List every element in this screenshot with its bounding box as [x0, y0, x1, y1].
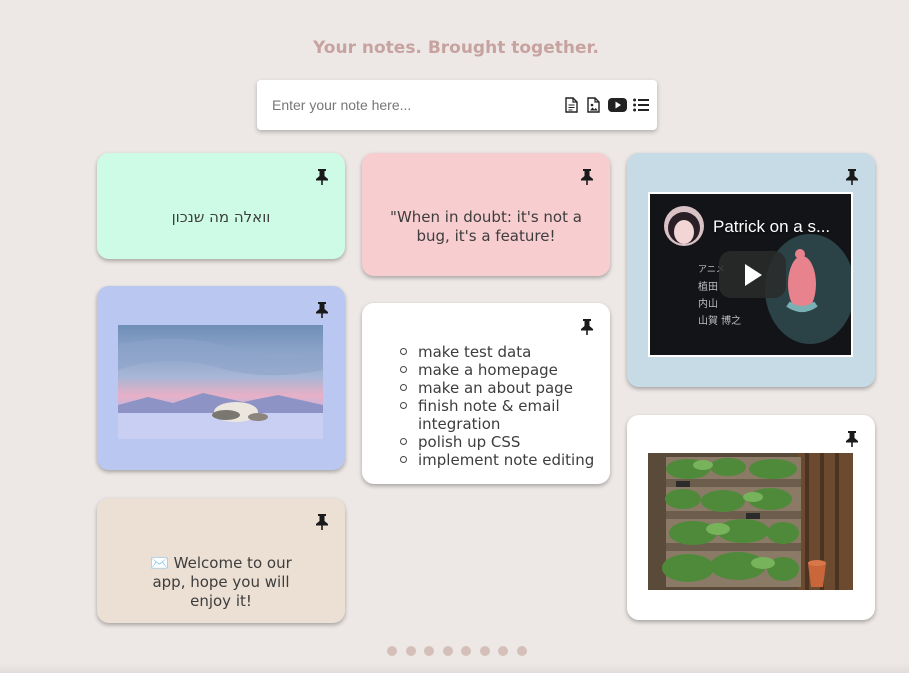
note-card[interactable]: "When in doubt: it's not a bug, it's a f… — [362, 153, 610, 276]
pin-icon[interactable] — [315, 302, 329, 318]
note-image — [648, 453, 853, 590]
list-item: polish up CSS — [398, 433, 594, 451]
page-dot[interactable] — [498, 646, 508, 656]
pin-icon[interactable] — [845, 169, 859, 185]
text-note-icon[interactable] — [563, 96, 580, 113]
svg-text:内山: 内山 — [698, 297, 718, 310]
note-text: "When in doubt: it's not a bug, it's a f… — [390, 208, 582, 245]
list-item: finish note & email integration — [398, 397, 578, 433]
note-input[interactable] — [272, 97, 562, 113]
list-item: implement note editing — [398, 451, 594, 469]
list-item: make a homepage — [398, 361, 594, 379]
note-card[interactable] — [627, 415, 875, 620]
pagination-dots — [387, 646, 527, 656]
page-dot[interactable] — [405, 646, 416, 656]
note-type-toolbar — [563, 96, 649, 113]
page-dot[interactable] — [442, 646, 453, 656]
note-image — [118, 325, 323, 439]
page-tagline: Your notes. Brought together. — [313, 38, 599, 58]
page-dot[interactable] — [424, 646, 434, 656]
svg-text:植田: 植田 — [698, 280, 718, 293]
page-dot[interactable] — [387, 646, 397, 656]
note-card[interactable] — [97, 286, 345, 470]
svg-text:山賀 博之: 山賀 博之 — [698, 314, 741, 327]
pin-icon[interactable] — [580, 319, 594, 335]
note-text: וואלה מה שנכון — [171, 208, 271, 226]
page-dot[interactable] — [461, 646, 471, 656]
video-note-icon[interactable] — [607, 96, 627, 113]
list-note-icon[interactable] — [632, 96, 649, 113]
todo-list: make test data make a homepage make an a… — [398, 343, 594, 469]
pin-icon[interactable] — [315, 169, 329, 185]
image-note-icon[interactable] — [585, 96, 602, 113]
note-card[interactable]: make test data make a homepage make an a… — [362, 303, 610, 484]
pin-icon[interactable] — [845, 431, 859, 447]
note-card[interactable]: ✉️ Welcome to our app, hope you will enj… — [97, 498, 345, 623]
pin-icon[interactable] — [315, 514, 329, 530]
note-card[interactable]: וואלה מה שנכון — [97, 153, 345, 259]
video-title: Patrick on a s... — [713, 217, 831, 236]
list-item: make test data — [398, 343, 594, 361]
page-dot[interactable] — [479, 646, 490, 656]
footer-edge — [0, 663, 909, 673]
note-card[interactable]: アニメ 植田 内山 山賀 博之 Patrick on a s... — [627, 153, 875, 387]
page-dot[interactable] — [516, 646, 527, 656]
video-embed[interactable]: アニメ 植田 内山 山賀 博之 Patrick on a s... — [648, 192, 853, 357]
pin-icon[interactable] — [580, 169, 594, 185]
note-text: ✉️ Welcome to our app, hope you will enj… — [150, 554, 292, 610]
note-composer — [257, 80, 657, 130]
list-item: make an about page — [398, 379, 594, 397]
